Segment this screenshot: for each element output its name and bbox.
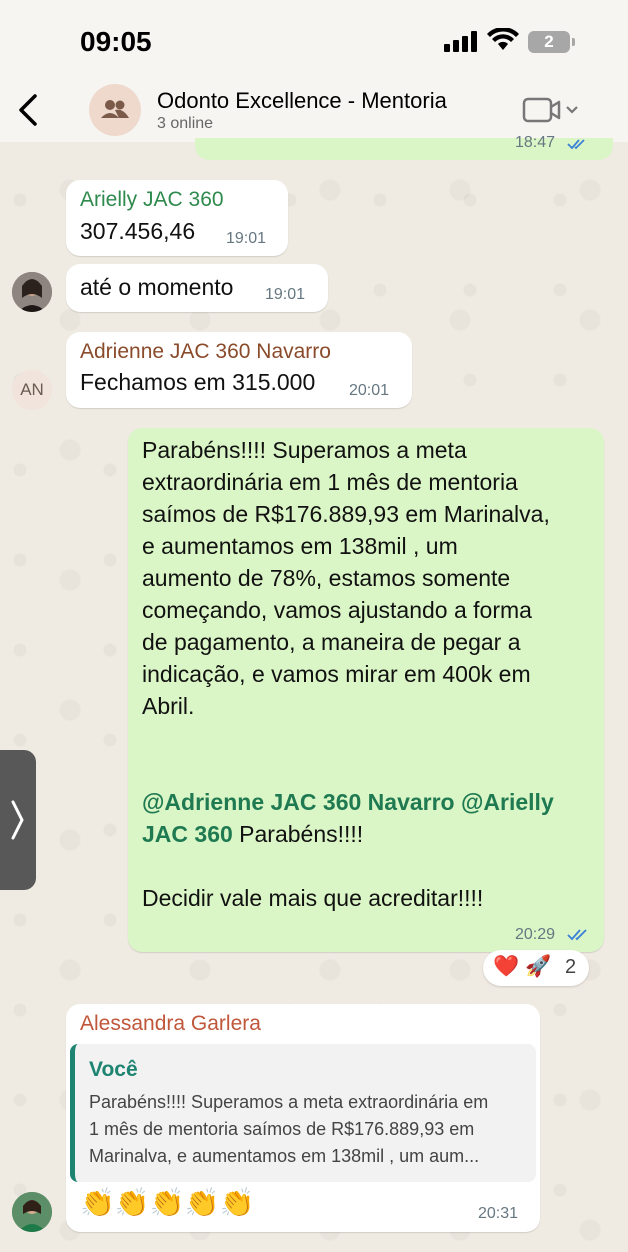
message-time: 20:01 xyxy=(349,382,390,399)
profile-photo xyxy=(12,272,52,312)
video-call-icon[interactable] xyxy=(521,96,583,126)
message-time: 19:01 xyxy=(265,286,306,303)
avatar-adrienne[interactable]: AN xyxy=(12,370,52,410)
message-bubble-incoming[interactable]: Adrienne JAC 360 Navarro Fechamos em 315… xyxy=(66,332,412,408)
read-ticks-icon xyxy=(567,139,585,150)
message-time: 20:29 xyxy=(515,926,556,943)
profile-photo xyxy=(12,1192,52,1232)
cellular-signal-icon xyxy=(444,30,480,52)
avatar-initials: AN xyxy=(20,380,44,399)
message-bubble-incoming[interactable]: Arielly JAC 360 307.456,46 19:01 xyxy=(66,180,288,256)
online-status: 3 online xyxy=(157,115,214,132)
back-arrow-icon[interactable] xyxy=(14,92,44,128)
side-panel-handle[interactable] xyxy=(0,750,36,890)
quote-author: Você xyxy=(89,1058,138,1081)
message-text: até o momento xyxy=(80,274,234,300)
status-time: 09:05 xyxy=(80,26,152,57)
status-bar: 09:05 2 xyxy=(0,0,628,80)
sender-name: Alessandra Garlera xyxy=(80,1012,261,1035)
chevron-right-icon xyxy=(11,800,24,840)
message-time: 20:31 xyxy=(478,1205,519,1222)
message-bubble-outgoing[interactable]: 18:47 xyxy=(195,134,613,160)
avatar-arielly[interactable] xyxy=(12,272,52,312)
chat-title[interactable]: Odonto Excellence - Mentoria xyxy=(157,88,447,114)
wifi-icon xyxy=(487,28,519,50)
group-avatar[interactable] xyxy=(89,84,141,136)
message-text: 👏👏👏👏👏 xyxy=(80,1187,255,1218)
quoted-message[interactable]: Você Parabéns!!!! Superamos a meta extra… xyxy=(70,1044,536,1182)
battery-icon: 2 xyxy=(528,31,575,53)
chat-header: Odonto Excellence - Mentoria 3 online xyxy=(0,80,628,142)
sender-name: Arielly JAC 360 xyxy=(80,188,224,211)
read-ticks-icon xyxy=(567,929,587,941)
mention-arielly-cont[interactable]: JAC 360 xyxy=(142,821,233,847)
avatar-alessandra[interactable] xyxy=(12,1192,52,1232)
message-text: 307.456,46 xyxy=(80,218,196,244)
message-time: 19:01 xyxy=(226,230,267,247)
message-text: Fechamos em 315.000 xyxy=(80,369,316,395)
mention-adrienne[interactable]: @Adrienne JAC 360 Navarro xyxy=(142,789,455,815)
sender-name: Adrienne JAC 360 Navarro xyxy=(80,340,331,363)
reaction-emojis: ❤️ 🚀 xyxy=(493,955,552,978)
message-bubble-incoming[interactable]: até o momento 19:01 xyxy=(66,264,328,312)
reaction-count: 2 xyxy=(565,956,577,978)
reactions-pill[interactable]: ❤️ 🚀 2 xyxy=(483,950,589,986)
message-text: Parabéns!!!! Superamos a meta extraordin… xyxy=(142,437,554,911)
mention-arielly[interactable]: @Arielly xyxy=(461,789,554,815)
message-time: 18:47 xyxy=(515,134,556,151)
quote-text: Parabéns!!!! Superamos a meta extraordin… xyxy=(89,1092,489,1166)
group-people-icon xyxy=(101,100,129,118)
